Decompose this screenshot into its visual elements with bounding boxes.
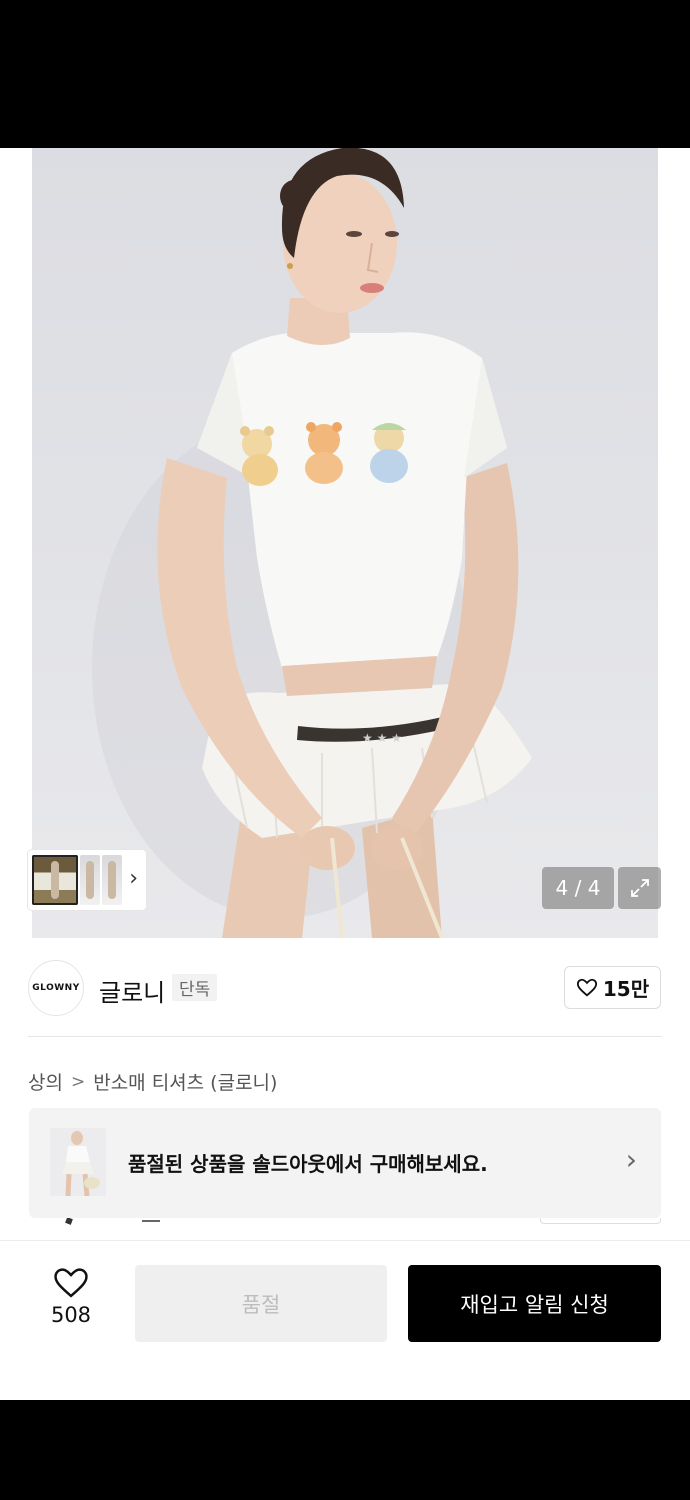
product-image-gallery[interactable]: ★ ★ ★ › 4 / 4 — [0, 148, 690, 938]
soldout-product-thumbnail — [50, 1128, 106, 1196]
exclusive-badge: 단독 — [172, 974, 218, 1001]
chevron-right-icon[interactable]: › — [129, 868, 138, 890]
breadcrumb-category[interactable]: 상의 — [28, 1068, 63, 1095]
image-counter: 4 / 4 — [542, 867, 614, 909]
thumbnail-figure — [86, 861, 94, 899]
hidden-glyph — [142, 1220, 160, 1222]
thumbnail-strip[interactable]: › — [28, 850, 146, 910]
brand-like-count: 15만 — [602, 977, 650, 1001]
brand-like-button[interactable]: 15만 — [564, 966, 661, 1009]
heart-icon — [54, 1268, 88, 1298]
brand-name[interactable]: 글로니 — [99, 973, 165, 1008]
wishlist-button[interactable]: 508 — [40, 1265, 102, 1327]
restock-alert-button[interactable]: 재입고 알림 신청 — [408, 1265, 661, 1342]
thumbnail-current[interactable] — [32, 855, 78, 905]
thumbnail-figure — [108, 861, 116, 899]
thumbnail-figure — [51, 861, 59, 899]
breadcrumb-subcategory[interactable]: 반소매 티셔츠 (글로니) — [93, 1068, 277, 1095]
brand-logo[interactable]: GLOWNY — [28, 960, 84, 1016]
heart-icon — [576, 978, 597, 997]
expand-button[interactable] — [618, 867, 661, 909]
divider — [28, 1036, 662, 1037]
hidden-glyph — [65, 1218, 73, 1225]
svg-text:★ ★ ★: ★ ★ ★ — [362, 731, 402, 745]
product-page: ★ ★ ★ › 4 / 4 GLOWNY 글로니 단독 15만 상의 > 반소매… — [0, 148, 690, 1400]
partially-hidden-content — [0, 1218, 690, 1242]
hidden-button-edge — [540, 1218, 661, 1224]
product-photo[interactable]: ★ ★ ★ — [32, 148, 658, 938]
breadcrumb: 상의 > 반소매 티셔츠 (글로니) — [28, 1068, 277, 1095]
thumbnail[interactable] — [102, 855, 122, 905]
brand-row: GLOWNY 글로니 단독 15만 — [0, 938, 690, 1038]
thumbnail[interactable] — [80, 855, 100, 905]
soldout-banner-text: 품절된 상품을 솔드아웃에서 구매해보세요. — [128, 1152, 488, 1176]
soldout-banner[interactable]: 품절된 상품을 솔드아웃에서 구매해보세요. › — [29, 1108, 661, 1218]
chevron-right-icon: › — [625, 1143, 637, 1176]
soldout-button: 품절 — [135, 1265, 387, 1342]
expand-icon — [630, 879, 649, 897]
wishlist-count: 508 — [50, 1303, 92, 1327]
status-bar-area — [0, 0, 690, 148]
bottom-action-bar: 508 품절 재입고 알림 신청 — [0, 1240, 690, 1400]
navigation-bar-area — [0, 1400, 690, 1500]
chevron-right-icon: > — [70, 1071, 86, 1092]
